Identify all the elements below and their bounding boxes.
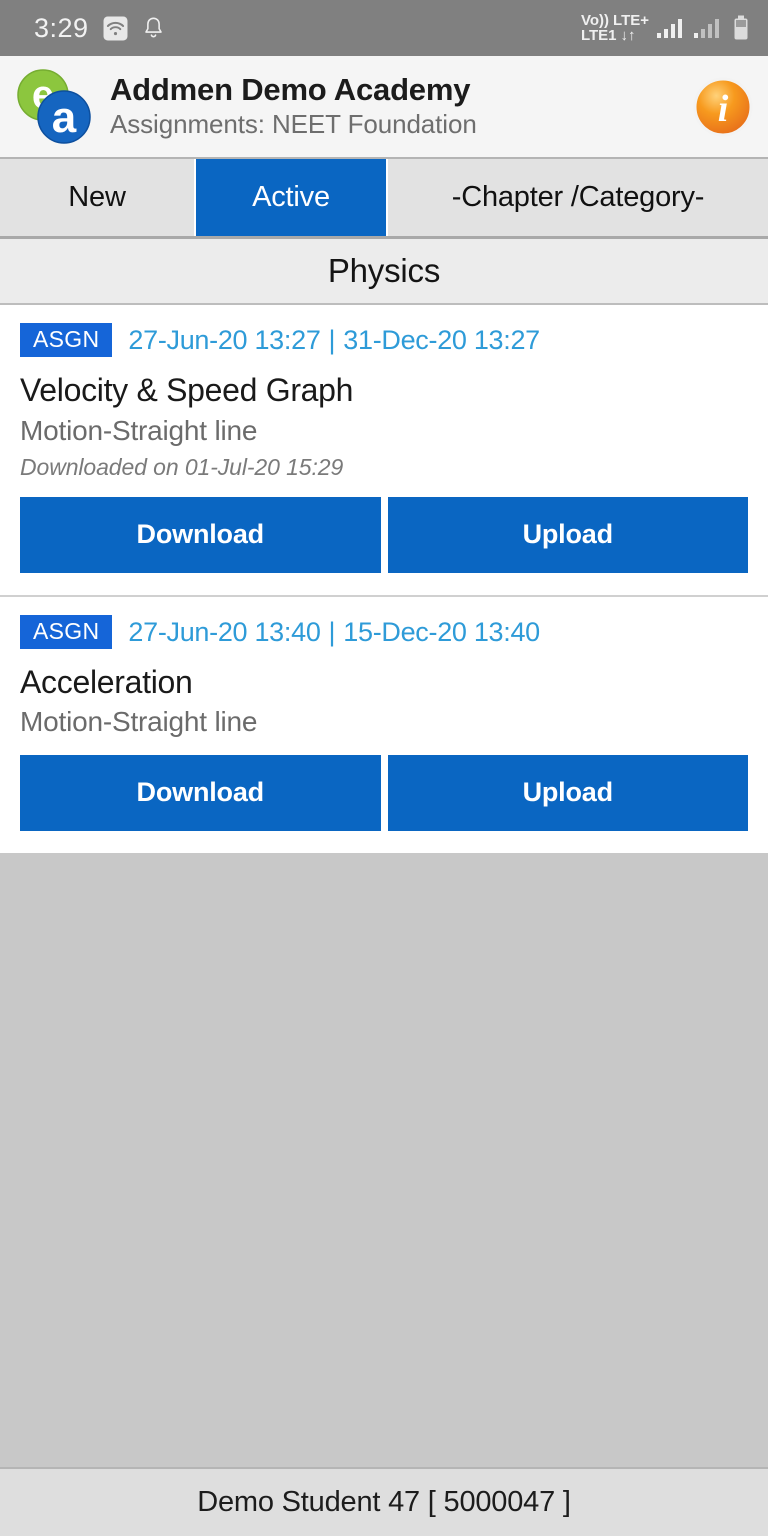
subject-title: Physics bbox=[327, 252, 441, 289]
battery-icon bbox=[730, 15, 750, 41]
volte-label: Vo)) bbox=[580, 11, 610, 29]
upload-button[interactable]: Upload bbox=[387, 754, 748, 831]
assignment-title: Velocity & Speed Graph bbox=[20, 372, 354, 409]
assignment-chapter: Motion-Straight line bbox=[20, 414, 258, 446]
data-arrows-icon: ↓↑ bbox=[620, 27, 636, 44]
assignment-dates: 27-Jun-20 13:40 | 15-Dec-20 13:40 bbox=[128, 617, 540, 648]
assignment-title: Acceleration bbox=[20, 664, 193, 701]
network-row-bottom: LTE1 ↓↑ bbox=[580, 27, 649, 44]
assignment-dates: 27-Jun-20 13:27 | 31-Dec-20 13:27 bbox=[128, 325, 540, 356]
svg-text:i: i bbox=[718, 88, 729, 130]
assignment-end-date: 31-Dec-20 13:27 bbox=[343, 324, 540, 355]
empty-content-area bbox=[0, 852, 768, 1467]
subject-header: Physics bbox=[0, 239, 768, 305]
status-bar-right: Vo)) LTE+ LTE1 ↓↑ bbox=[580, 11, 750, 44]
download-button[interactable]: Download bbox=[20, 754, 381, 831]
tab-new[interactable]: New bbox=[0, 159, 196, 236]
footer-user-label: Demo Student 47 [ 5000047 ] bbox=[197, 1486, 571, 1518]
assignment-action-row: Download Upload bbox=[20, 754, 748, 831]
footer-bar: Demo Student 47 [ 5000047 ] bbox=[0, 1467, 768, 1536]
date-separator: | bbox=[328, 324, 336, 355]
tab-chapter-category[interactable]: -Chapter /Category- bbox=[388, 159, 768, 236]
status-badge: ASGN bbox=[20, 614, 113, 650]
assignment-card[interactable]: ASGN 27-Jun-20 13:27 | 31-Dec-20 13:27 Vel… bbox=[0, 305, 768, 597]
signal-bars-icon bbox=[656, 16, 686, 40]
status-bar: 3:29 Vo)) LTE+ LTE1 ↓↑ bbox=[0, 0, 768, 56]
app-header: e a Addmen Demo Academy Assignments: NEE… bbox=[0, 56, 768, 159]
assignment-meta-row: ASGN 27-Jun-20 13:40 | 15-Dec-20 13:40 bbox=[20, 614, 748, 650]
assignment-start-date: 27-Jun-20 13:27 bbox=[128, 324, 321, 355]
tab-active[interactable]: Active bbox=[196, 159, 388, 236]
page-title: Addmen Demo Academy bbox=[110, 72, 471, 108]
network-indicator: Vo)) LTE+ LTE1 ↓↑ bbox=[580, 11, 649, 44]
bell-icon bbox=[142, 16, 165, 41]
date-separator: | bbox=[328, 616, 336, 647]
assignment-download-note: Downloaded on 01-Jul-20 15:29 bbox=[20, 453, 344, 480]
assignment-list: ASGN 27-Jun-20 13:27 | 31-Dec-20 13:27 Vel… bbox=[0, 305, 768, 853]
status-time: 3:29 bbox=[34, 12, 89, 43]
status-bar-left: 3:29 bbox=[34, 13, 165, 44]
upload-button[interactable]: Upload bbox=[387, 496, 748, 573]
header-text-block: Addmen Demo Academy Assignments: NEET Fo… bbox=[98, 72, 692, 140]
tab-bar: New Active -Chapter /Category- bbox=[0, 159, 768, 239]
network-label: LTE1 bbox=[580, 27, 617, 44]
download-button[interactable]: Download bbox=[20, 496, 381, 573]
assignment-card[interactable]: ASGN 27-Jun-20 13:40 | 15-Dec-20 13:40 Acc… bbox=[0, 596, 768, 853]
wifi-icon bbox=[103, 16, 128, 41]
addmen-ea-logo-icon: e a bbox=[10, 63, 98, 151]
network-row-top: Vo)) LTE+ bbox=[580, 11, 649, 29]
app-screen: 3:29 Vo)) LTE+ LTE1 ↓↑ e a Addmen Demo A… bbox=[0, 0, 768, 1536]
page-subtitle: Assignments: NEET Foundation bbox=[110, 108, 477, 139]
svg-text:a: a bbox=[52, 93, 77, 142]
lte-plus-label: LTE+ bbox=[613, 11, 649, 29]
assignment-end-date: 15-Dec-20 13:40 bbox=[343, 616, 540, 647]
assignment-meta-row: ASGN 27-Jun-20 13:27 | 31-Dec-20 13:27 bbox=[20, 323, 748, 358]
assignment-start-date: 27-Jun-20 13:40 bbox=[128, 616, 321, 647]
info-icon[interactable]: i bbox=[692, 76, 754, 138]
assignment-chapter: Motion-Straight line bbox=[20, 706, 258, 738]
status-badge: ASGN bbox=[20, 323, 113, 358]
signal-bars-secondary-icon bbox=[693, 16, 723, 40]
assignment-action-row: Download Upload bbox=[20, 496, 748, 573]
